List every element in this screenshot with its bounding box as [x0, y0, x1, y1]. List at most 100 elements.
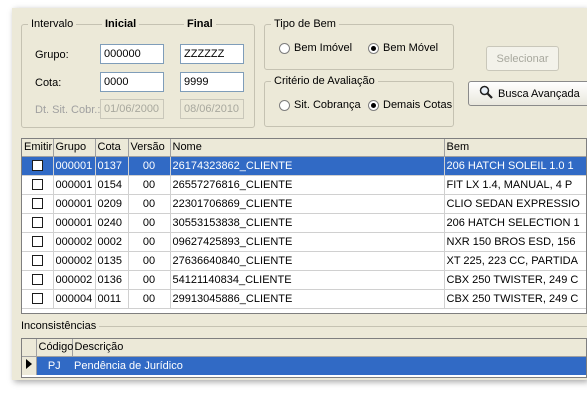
app-window: Intervalo Inicial Final Grupo: 000000 ZZ…	[12, 8, 587, 380]
sit-cobranca-radio[interactable]: Sit. Cobrança	[279, 99, 361, 111]
row-indicator	[22, 356, 37, 375]
demais-cotas-radio[interactable]: Demais Cotas	[368, 99, 452, 111]
inconsistencias-header-row: Código Descrição	[22, 339, 586, 357]
radio-unchecked-icon	[279, 99, 290, 111]
checkbox-icon[interactable]	[31, 293, 43, 305]
emitir-cell[interactable]	[22, 270, 54, 290]
row-indicator-header	[22, 339, 37, 357]
cota-cell: 0135	[95, 251, 129, 271]
bem-cell: FIT LX 1.4, MANUAL, 4 P	[444, 175, 586, 195]
bem-cell: CLIO SEDAN EXPRESSIO	[444, 194, 586, 214]
intervalo-legend: Intervalo	[28, 18, 77, 30]
cota-cell: 0137	[95, 156, 129, 176]
grupo-cell: 000001	[53, 213, 96, 233]
table-row[interactable]: 000002 0136 00 54121140834_CLIENTE CBX 2…	[22, 270, 586, 290]
cota-cell: 0011	[95, 289, 129, 309]
demais-cotas-label: Demais Cotas	[383, 99, 453, 111]
emitir-cell[interactable]	[22, 175, 54, 195]
table-row[interactable]: PJ Pendência de Jurídico	[22, 356, 586, 375]
bem-imovel-label: Bem Imóvel	[294, 42, 353, 54]
table-row[interactable]: 000002 0002 00 09627425893_CLIENTE NXR 1…	[22, 232, 586, 252]
dt-sit-cobr-label: Dt. Sit. Cobr.:	[35, 104, 101, 116]
versao-cell: 00	[128, 251, 171, 271]
bem-cell: CBX 250 TWISTER, 249 C	[444, 289, 586, 309]
grupo-final-input[interactable]: ZZZZZZ	[180, 44, 244, 64]
cotas-table: Emitir Grupo Cota Versão Nome Bem 000001…	[22, 139, 586, 309]
checkbox-icon[interactable]	[31, 255, 43, 267]
cota-inicial-input[interactable]: 0000	[100, 72, 164, 92]
emitir-cell[interactable]	[22, 232, 54, 252]
criterio-group: Critério de Avaliação Sit. Cobrança Dema…	[264, 75, 454, 127]
inconsistencias-table: Código Descrição PJ Pendência de Jurídic…	[22, 339, 586, 375]
tipo-bem-group: Tipo de Bem Bem Imóvel Bem Móvel	[264, 18, 454, 70]
inconsistencias-divider	[21, 326, 587, 327]
inicial-header: Inicial	[102, 18, 140, 30]
table-row[interactable]: 000001 0209 00 22301706869_CLIENTE CLIO …	[22, 194, 586, 214]
col-codigo[interactable]: Código	[36, 339, 73, 357]
checkbox-icon[interactable]	[31, 236, 43, 248]
nome-cell: 26174323862_CLIENTE	[170, 156, 445, 176]
col-grupo[interactable]: Grupo	[53, 139, 96, 157]
grupo-cell: 000001	[53, 156, 96, 176]
grid-header-row: Emitir Grupo Cota Versão Nome Bem	[22, 139, 586, 157]
inconsistencias-label: Inconsistências	[21, 320, 100, 332]
checkbox-icon[interactable]	[31, 217, 43, 229]
criterio-legend: Critério de Avaliação	[271, 75, 378, 87]
col-nome[interactable]: Nome	[170, 139, 445, 157]
cota-final-input[interactable]: 9999	[180, 72, 244, 92]
emitir-cell[interactable]	[22, 194, 54, 214]
emitir-cell[interactable]	[22, 156, 54, 176]
nome-cell: 09627425893_CLIENTE	[170, 232, 445, 252]
radio-unchecked-icon	[279, 42, 290, 54]
emitir-cell[interactable]	[22, 251, 54, 271]
inconsistencias-grid: Código Descrição PJ Pendência de Jurídic…	[21, 338, 587, 378]
bem-cell: 206 HATCH SELECTION 1	[444, 213, 586, 233]
bem-cell: XT 225, 223 CC, PARTIDA	[444, 251, 586, 271]
intervalo-group: Intervalo Inicial Final Grupo: 000000 ZZ…	[21, 18, 255, 128]
grupo-label: Grupo:	[35, 49, 69, 61]
table-row[interactable]: 000001 0137 00 26174323862_CLIENTE 206 H…	[22, 156, 586, 176]
busca-avancada-button[interactable]: Busca Avançada	[468, 81, 587, 106]
versao-cell: 00	[128, 289, 171, 309]
selecionar-button[interactable]: Selecionar	[486, 46, 559, 71]
nome-cell: 30553153838_CLIENTE	[170, 213, 445, 233]
checkbox-icon[interactable]	[31, 198, 43, 210]
bem-imovel-radio[interactable]: Bem Imóvel	[279, 42, 352, 54]
dt-final-input[interactable]: 08/06/2010	[180, 99, 244, 119]
bem-cell: NXR 150 BROS ESD, 156	[444, 232, 586, 252]
table-row[interactable]: 000004 0011 00 29913045886_CLIENTE CBX 2…	[22, 289, 586, 309]
col-bem[interactable]: Bem	[444, 139, 586, 157]
col-descricao[interactable]: Descrição	[72, 339, 586, 357]
grupo-inicial-input[interactable]: 000000	[100, 44, 164, 64]
grupo-cell: 000004	[53, 289, 96, 309]
grupo-cell: 000002	[53, 232, 96, 252]
bem-movel-radio[interactable]: Bem Móvel	[368, 42, 438, 54]
col-cota[interactable]: Cota	[95, 139, 129, 157]
emitir-cell[interactable]	[22, 213, 54, 233]
tipo-bem-legend: Tipo de Bem	[271, 18, 339, 30]
grupo-cell: 000001	[53, 194, 96, 214]
col-emitir[interactable]: Emitir	[22, 139, 54, 157]
descricao-cell: Pendência de Jurídico	[72, 356, 586, 375]
dt-inicial-input[interactable]: 01/06/2000	[100, 99, 164, 119]
final-header: Final	[184, 18, 216, 30]
cota-cell: 0209	[95, 194, 129, 214]
cotas-grid: Emitir Grupo Cota Versão Nome Bem 000001…	[21, 138, 587, 314]
radio-checked-icon	[368, 99, 379, 111]
grupo-cell: 000002	[53, 251, 96, 271]
bem-movel-label: Bem Móvel	[383, 42, 439, 54]
checkbox-icon[interactable]	[31, 160, 43, 172]
sit-cobranca-label: Sit. Cobrança	[294, 99, 361, 111]
checkbox-icon[interactable]	[31, 274, 43, 286]
table-row[interactable]: 000002 0135 00 27636640840_CLIENTE XT 22…	[22, 251, 586, 271]
radio-checked-icon	[368, 42, 379, 54]
checkbox-icon[interactable]	[31, 179, 43, 191]
nome-cell: 54121140834_CLIENTE	[170, 270, 445, 290]
emitir-cell[interactable]	[22, 289, 54, 309]
grupo-cell: 000002	[53, 270, 96, 290]
nome-cell: 26557276816_CLIENTE	[170, 175, 445, 195]
table-row[interactable]: 000001 0240 00 30553153838_CLIENTE 206 H…	[22, 213, 586, 233]
table-row[interactable]: 000001 0154 00 26557276816_CLIENTE FIT L…	[22, 175, 586, 195]
current-row-arrow-icon	[25, 359, 32, 370]
col-versao[interactable]: Versão	[128, 139, 171, 157]
